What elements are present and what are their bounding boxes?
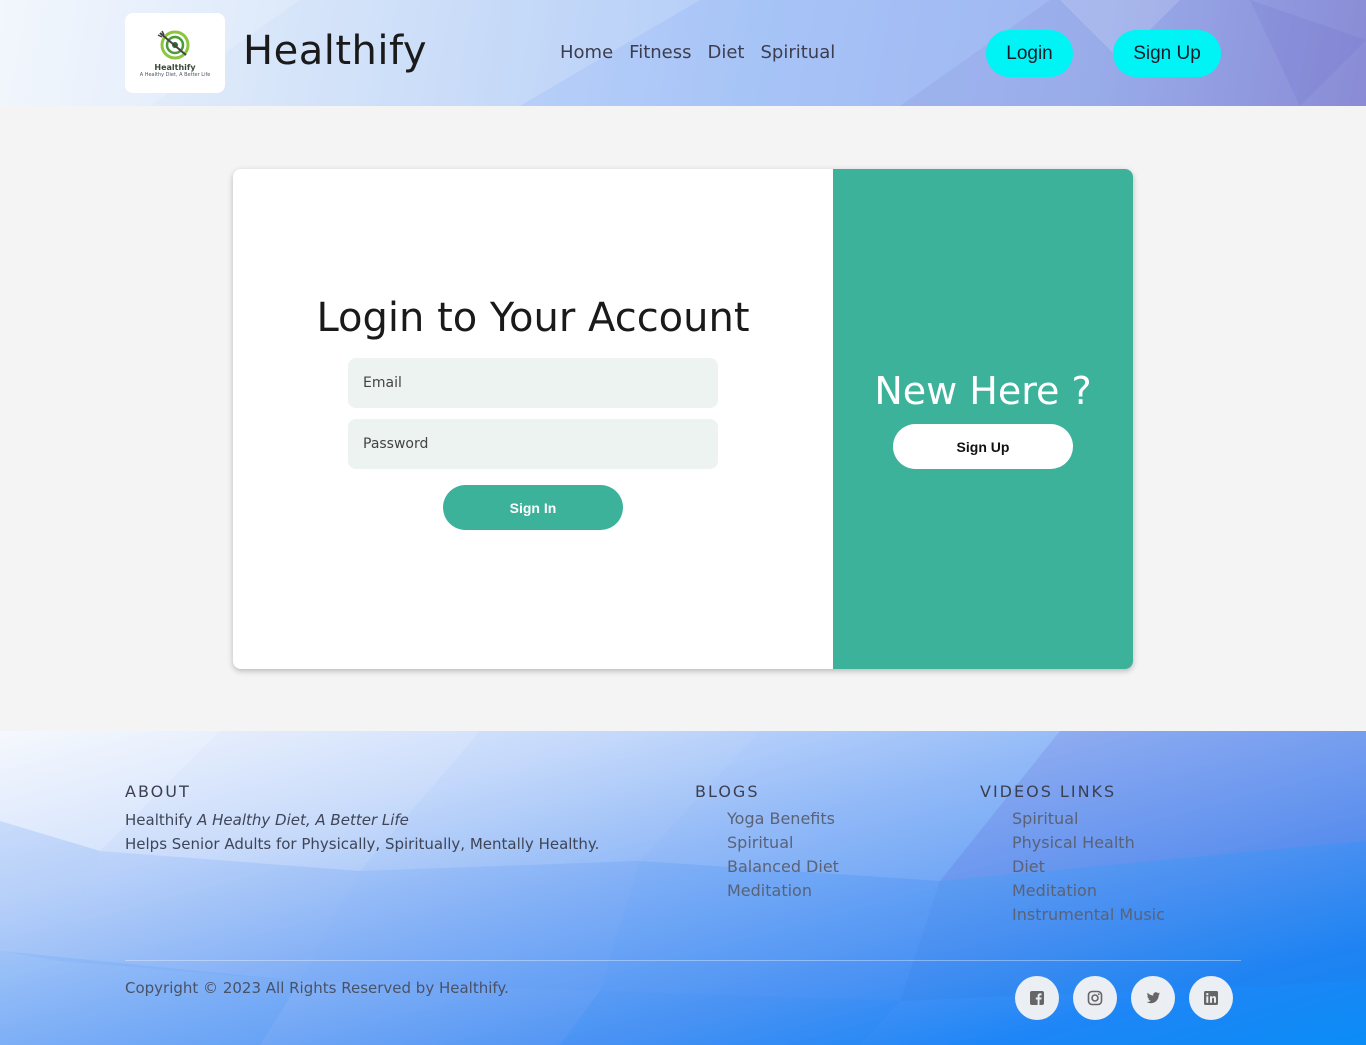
linkedin-button[interactable] xyxy=(1189,976,1233,1020)
instagram-icon xyxy=(1087,990,1103,1006)
blog-link-balanced-diet[interactable]: Balanced Diet xyxy=(727,855,839,879)
login-panel: Login to Your Account Email Password Sig… xyxy=(233,169,833,669)
linkedin-icon xyxy=(1204,991,1218,1005)
blog-link-yoga-benefits[interactable]: Yoga Benefits xyxy=(727,807,839,831)
password-input[interactable]: Password xyxy=(348,419,718,469)
main-nav: Home Fitness Diet Spiritual xyxy=(560,42,835,63)
nav-home[interactable]: Home xyxy=(560,42,613,63)
site-header: Healthify A Healthy Diet, A Better Life … xyxy=(0,0,1366,106)
copyright-prefix: Copyright © 2023 All Rights Reserved by xyxy=(125,979,435,997)
nav-diet[interactable]: Diet xyxy=(708,42,745,63)
video-link-spiritual[interactable]: Spiritual xyxy=(1012,807,1165,831)
about-brand: Healthify xyxy=(125,811,193,829)
password-placeholder: Password xyxy=(363,436,429,452)
copyright-text: Copyright © 2023 All Rights Reserved by … xyxy=(125,979,509,997)
target-fork-icon xyxy=(157,30,190,59)
logo-brand-text: Healthify xyxy=(154,62,196,72)
instagram-button[interactable] xyxy=(1073,976,1117,1020)
new-here-title: New Here ? xyxy=(874,369,1092,413)
blogs-list: Yoga Benefits Spiritual Balanced Diet Me… xyxy=(727,807,839,903)
twitter-button[interactable] xyxy=(1131,976,1175,1020)
video-link-meditation[interactable]: Meditation xyxy=(1012,879,1165,903)
nav-fitness[interactable]: Fitness xyxy=(629,42,691,63)
about-brand-line: Healthify A Healthy Diet, A Better Life xyxy=(125,811,409,829)
facebook-button[interactable] xyxy=(1015,976,1059,1020)
login-title: Login to Your Account xyxy=(316,295,750,341)
site-footer: ABOUT Healthify A Healthy Diet, A Better… xyxy=(0,731,1366,1045)
email-input[interactable]: Email xyxy=(348,358,718,408)
signup-panel: New Here ? Sign Up xyxy=(833,169,1133,669)
video-link-instrumental-music[interactable]: Instrumental Music xyxy=(1012,903,1165,927)
videos-list: Spiritual Physical Health Diet Meditatio… xyxy=(1012,807,1165,927)
panel-signup-button[interactable]: Sign Up xyxy=(893,424,1073,469)
footer-divider xyxy=(125,960,1241,961)
header-signup-button[interactable]: Sign Up xyxy=(1113,30,1221,77)
video-link-diet[interactable]: Diet xyxy=(1012,855,1165,879)
video-link-physical-health[interactable]: Physical Health xyxy=(1012,831,1165,855)
blog-link-spiritual[interactable]: Spiritual xyxy=(727,831,839,855)
facebook-icon xyxy=(1030,991,1044,1005)
videos-heading: VIDEOS LINKS xyxy=(980,782,1117,801)
header-login-button[interactable]: Login xyxy=(986,30,1073,77)
brand-name: Healthify xyxy=(243,28,428,74)
about-tagline: A Healthy Diet, A Better Life xyxy=(197,811,409,829)
blogs-heading: BLOGS xyxy=(695,782,760,801)
site-logo[interactable]: Healthify A Healthy Diet, A Better Life xyxy=(125,13,225,93)
twitter-icon xyxy=(1146,992,1160,1004)
nav-spiritual[interactable]: Spiritual xyxy=(761,42,836,63)
blog-link-meditation[interactable]: Meditation xyxy=(727,879,839,903)
email-placeholder: Email xyxy=(363,375,402,391)
logo-tagline: A Healthy Diet, A Better Life xyxy=(139,71,211,78)
sign-in-button[interactable]: Sign In xyxy=(443,485,623,530)
login-card: Login to Your Account Email Password Sig… xyxy=(233,169,1133,669)
copyright-brand-link[interactable]: Healthify. xyxy=(439,979,509,997)
about-heading: ABOUT xyxy=(125,782,191,801)
about-description: Helps Senior Adults for Physically, Spir… xyxy=(125,835,600,853)
